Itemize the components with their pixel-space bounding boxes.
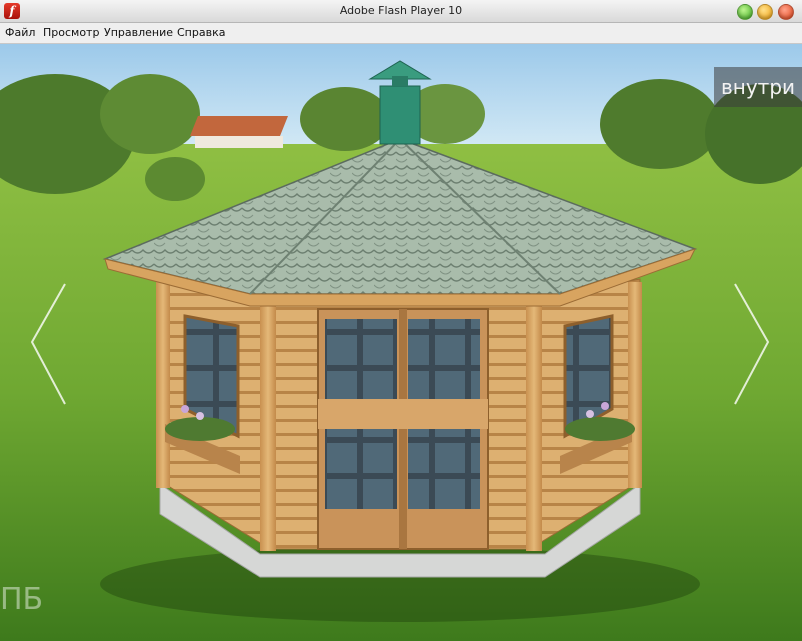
title-bar[interactable]: f Adobe Flash Player 10 bbox=[0, 0, 802, 23]
menu-control[interactable]: Управление bbox=[104, 26, 173, 39]
menu-file[interactable]: Файл bbox=[5, 26, 35, 39]
inside-view-button[interactable]: внутри bbox=[714, 67, 802, 107]
minimize-button[interactable] bbox=[757, 4, 773, 20]
flash-stage[interactable]: внутри ПБ bbox=[0, 44, 802, 641]
window-title: Adobe Flash Player 10 bbox=[339, 4, 463, 17]
maximize-button[interactable] bbox=[737, 4, 753, 20]
menu-help[interactable]: Справка bbox=[177, 26, 225, 39]
gazebo-scene bbox=[0, 44, 802, 641]
distant-house bbox=[190, 116, 288, 148]
menu-bar: Файл Просмотр Управление Справка bbox=[0, 23, 802, 44]
close-button[interactable] bbox=[778, 4, 794, 20]
front-doors bbox=[317, 308, 489, 550]
flash-player-window: f Adobe Flash Player 10 Файл Просмотр Уп… bbox=[0, 0, 802, 641]
menu-view[interactable]: Просмотр bbox=[43, 26, 99, 39]
watermark-text: ПБ bbox=[0, 582, 44, 617]
